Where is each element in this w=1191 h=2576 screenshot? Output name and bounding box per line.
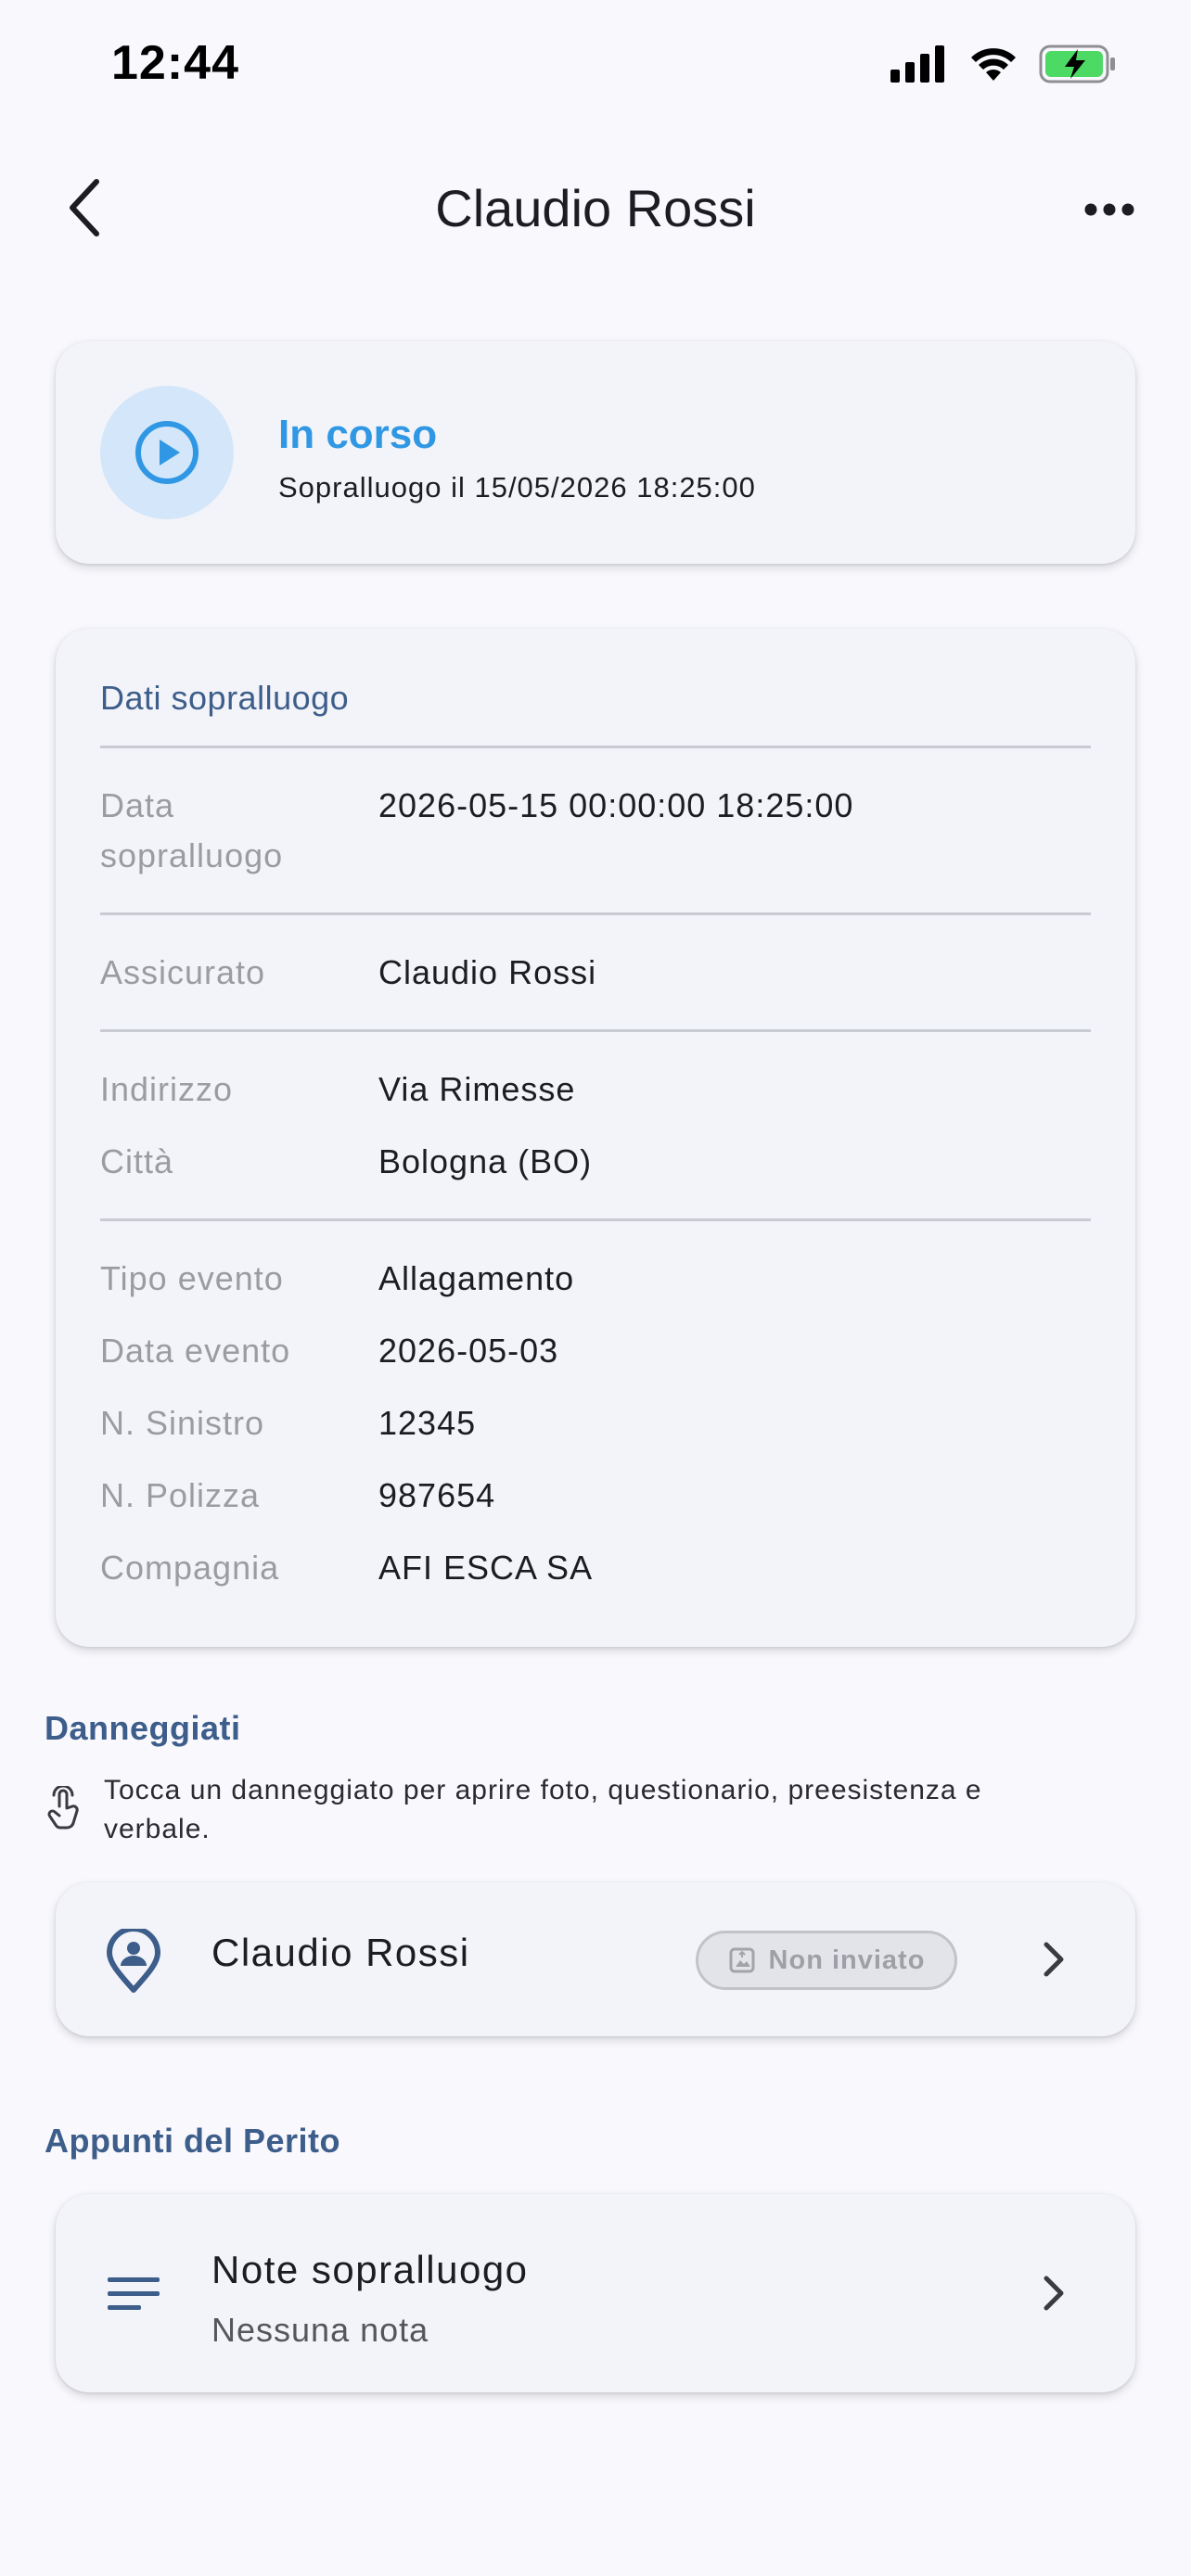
compagnia-label: Compagnia xyxy=(100,1549,280,1587)
status-badge: Non inviato xyxy=(696,1931,957,1990)
hint-line: verbale. xyxy=(104,1814,211,1844)
divider xyxy=(100,1029,1091,1032)
n-sinistro-value: 12345 xyxy=(378,1404,477,1442)
data-evento-value: 2026-05-03 xyxy=(378,1332,559,1370)
battery-charging-icon xyxy=(1039,45,1115,83)
compagnia-value: AFI ESCA SA xyxy=(378,1549,594,1587)
notes-subtitle: Nessuna nota xyxy=(211,2311,429,2349)
tap-hand-icon xyxy=(47,1786,79,1830)
indirizzo-label: Indirizzo xyxy=(100,1070,234,1108)
citta-label: Città xyxy=(100,1142,174,1180)
status-icons xyxy=(890,45,1117,83)
assicurato-value: Claudio Rossi xyxy=(378,953,597,991)
tipo-evento-value: Allagamento xyxy=(378,1259,575,1297)
status-subtitle: Sopralluogo il 15/05/2026 18:25:00 xyxy=(278,471,756,504)
label-line: sopralluogo xyxy=(100,836,284,874)
divider xyxy=(100,1218,1091,1221)
citta-value: Bologna (BO) xyxy=(378,1142,593,1180)
cellular-signal-icon xyxy=(890,45,944,83)
status-indicator xyxy=(100,386,234,519)
n-polizza-label: N. Polizza xyxy=(100,1476,261,1514)
indirizzo-value: Via Rimesse xyxy=(378,1070,576,1108)
notes-title: Note sopralluogo xyxy=(211,2248,529,2291)
assicurato-label: Assicurato xyxy=(100,953,266,991)
data-sopralluogo-value: 2026-05-15 00:00:00 18:25:00 xyxy=(378,786,854,824)
status-bar: 12:44 xyxy=(0,0,1191,130)
person-pin-icon xyxy=(107,1929,160,1993)
open-danneggiato-button[interactable] xyxy=(1035,1936,1072,1983)
n-polizza-value: 987654 xyxy=(378,1476,496,1514)
divider xyxy=(100,912,1091,915)
hint-line: Tocca un danneggiato per aprire foto, qu… xyxy=(104,1775,982,1805)
danneggiato-name: Claudio Rossi xyxy=(211,1931,470,1974)
n-sinistro-label: N. Sinistro xyxy=(100,1404,265,1442)
inspection-details-card: Dati sopralluogo Data sopralluogo 2026-0… xyxy=(56,629,1135,1647)
status-title: In corso xyxy=(278,412,438,457)
tipo-evento-label: Tipo evento xyxy=(100,1259,284,1297)
appunti-heading: Appunti del Perito xyxy=(45,2122,340,2160)
data-sopralluogo-label: Data sopralluogo xyxy=(100,781,283,881)
app-header: Claudio Rossi xyxy=(0,158,1191,260)
status-badge-label: Non inviato xyxy=(768,1945,926,1975)
notes-lines-icon xyxy=(108,2277,160,2310)
chevron-right-icon xyxy=(1044,2276,1064,2311)
notes-item[interactable]: Note sopralluogo Nessuna nota xyxy=(56,2194,1135,2392)
play-circle-icon xyxy=(135,421,198,484)
wifi-icon xyxy=(971,48,1016,81)
danneggiati-hint: Tocca un danneggiato per aprire foto, qu… xyxy=(104,1771,1124,1849)
page-title: Claudio Rossi xyxy=(435,179,756,237)
open-notes-button[interactable] xyxy=(1035,2270,1072,2316)
data-evento-label: Data evento xyxy=(100,1332,291,1370)
ellipsis-icon xyxy=(1084,203,1134,216)
more-options-button[interactable] xyxy=(1072,182,1146,237)
danneggiati-heading: Danneggiati xyxy=(45,1709,241,1747)
upload-photo-icon xyxy=(729,1947,755,1973)
chevron-right-icon xyxy=(1044,1942,1064,1977)
section-title: Dati sopralluogo xyxy=(100,679,350,717)
danneggiato-item[interactable]: Claudio Rossi Non inviato xyxy=(56,1882,1135,2036)
status-time: 12:44 xyxy=(111,36,239,90)
divider xyxy=(100,746,1091,748)
label-line: Data xyxy=(100,786,175,824)
status-card: In corso Sopralluogo il 15/05/2026 18:25… xyxy=(56,341,1135,564)
